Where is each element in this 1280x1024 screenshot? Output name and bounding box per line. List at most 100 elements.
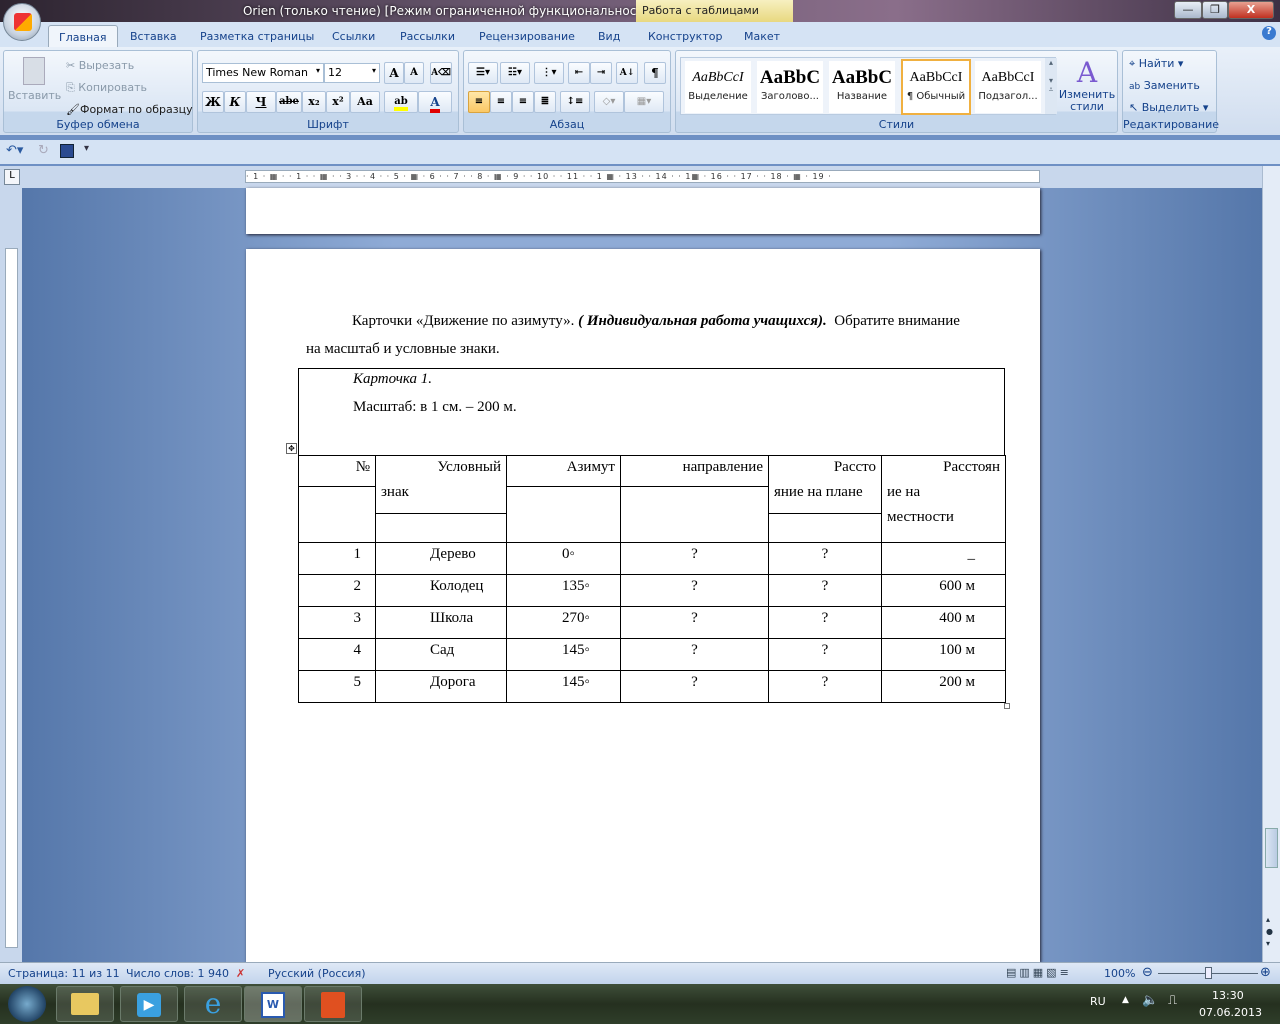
sort-icon[interactable]: А↓	[616, 62, 638, 84]
tab-page-layout[interactable]: Разметка страницы	[190, 25, 324, 47]
clear-format-icon[interactable]: A⌫	[430, 62, 452, 84]
bold-button[interactable]: Ж	[202, 91, 224, 113]
bullets-icon[interactable]: ☰▾	[468, 62, 498, 84]
zoom-in-icon[interactable]: ⊕	[1260, 965, 1271, 980]
tab-table-layout[interactable]: Макет	[734, 25, 790, 47]
tab-mailings[interactable]: Рассылки	[390, 25, 465, 47]
gallery-scroll[interactable]: ▴ ▾ ⩡	[1045, 58, 1057, 114]
change-styles-button[interactable]: A Изменить стили	[1058, 57, 1116, 113]
zoom-slider-thumb[interactable]	[1205, 967, 1212, 979]
word-count[interactable]: Число слов: 1 940	[126, 967, 229, 980]
scroll-thumb[interactable]	[1265, 828, 1278, 868]
multilevel-list-icon[interactable]: ⋮▾	[534, 62, 564, 84]
tab-selector[interactable]: L	[4, 169, 20, 185]
group-label: Шрифт	[307, 118, 349, 131]
align-center-icon[interactable]: ≡	[490, 91, 512, 113]
grow-font-button[interactable]: A	[384, 62, 404, 84]
redo-icon[interactable]: ↻	[38, 143, 49, 158]
row-num: 4	[298, 638, 376, 671]
row-plan-distance: ?	[768, 542, 882, 575]
style-normal[interactable]: AaBbCcI ¶ Обычный	[901, 59, 971, 115]
change-case-button[interactable]: Aa	[350, 91, 380, 113]
italic-button[interactable]: К	[224, 91, 246, 113]
table-row: 4 Сад 145◦?? 100 м	[298, 638, 1006, 671]
vertical-ruler[interactable]	[0, 188, 22, 962]
view-buttons[interactable]: ▤▥▦▧≡	[1006, 966, 1072, 979]
group-editing: ⌖ Найти ▾ ab Заменить ↖ Выделить ▾ Редак…	[1122, 50, 1219, 133]
paste-button[interactable]: Вставить	[8, 57, 61, 102]
horizontal-ruler[interactable]: · 1 · ▦ · · 1 · · ▦ · · 3 · · 4 · · 5 · …	[245, 170, 1040, 183]
font-size-select[interactable]: 12 ▾	[324, 63, 380, 83]
close-button[interactable]: X	[1228, 1, 1274, 19]
justify-icon[interactable]: ≣	[534, 91, 556, 113]
cut-button[interactable]: ✂ Вырезать	[66, 59, 134, 72]
decrease-indent-icon[interactable]: ⇤	[568, 62, 590, 84]
zoom-level[interactable]: 100%	[1104, 967, 1135, 980]
line-spacing-icon[interactable]: ↕≡	[560, 91, 590, 113]
borders-icon[interactable]: ▦▾	[624, 91, 664, 113]
font-color-button[interactable]: A	[418, 91, 452, 113]
underline-button[interactable]: Ч	[246, 91, 276, 113]
font-name-select[interactable]: Times New Roman ▾	[202, 63, 324, 83]
row-direction: ?	[620, 542, 769, 575]
network-icon[interactable]: ⎍	[1168, 993, 1177, 1008]
save-icon[interactable]	[60, 144, 74, 158]
window-title: Orien (только чтение) [Режим ограниченно…	[242, 4, 757, 18]
clock-date[interactable]: 07.06.2013	[1199, 1006, 1262, 1019]
undo-icon[interactable]: ↶▾	[6, 143, 23, 158]
numbering-icon[interactable]: ☷▾	[500, 62, 530, 84]
tab-insert[interactable]: Вставка	[120, 25, 187, 47]
align-right-icon[interactable]: ≡	[512, 91, 534, 113]
replace-button[interactable]: ab Заменить	[1129, 79, 1200, 92]
style-subtitle[interactable]: AaBbCcI Подзагол...	[975, 61, 1041, 113]
tab-home[interactable]: Главная	[48, 25, 118, 47]
row-plan-distance: ?	[768, 606, 882, 639]
subscript-button[interactable]: x₂	[302, 91, 326, 113]
cursor-icon: ↖	[1129, 101, 1139, 114]
tab-table-design[interactable]: Конструктор	[638, 25, 732, 47]
increase-indent-icon[interactable]: ⇥	[590, 62, 612, 84]
ie-taskbar-icon[interactable]: e	[184, 986, 242, 1022]
table-move-handle[interactable]: ✥	[286, 443, 297, 454]
tab-review[interactable]: Рецензирование	[469, 25, 585, 47]
minimize-button[interactable]: —	[1174, 1, 1202, 19]
powerpoint-taskbar-icon[interactable]	[304, 986, 362, 1022]
customize-qat-icon[interactable]: ▾	[84, 143, 89, 154]
clock-time[interactable]: 13:30	[1212, 989, 1244, 1002]
style-title[interactable]: AaBbC Название	[829, 61, 895, 113]
help-icon[interactable]: ?	[1262, 26, 1276, 40]
tab-view[interactable]: Вид	[588, 25, 630, 47]
office-button[interactable]	[3, 3, 41, 41]
restore-button[interactable]: ❐	[1202, 1, 1228, 19]
tab-references[interactable]: Ссылки	[322, 25, 385, 47]
explorer-taskbar-icon[interactable]	[56, 986, 114, 1022]
shrink-font-button[interactable]: A	[404, 62, 424, 84]
page-count[interactable]: Страница: 11 из 11	[8, 967, 120, 980]
table-resize-handle[interactable]	[1004, 703, 1010, 709]
highlight-button[interactable]: ab	[384, 91, 418, 113]
font-size-value: 12	[328, 66, 342, 79]
strikethrough-button[interactable]: abe	[276, 91, 302, 113]
browse-buttons[interactable]: ▴ ● ▾	[1266, 914, 1273, 950]
format-painter-button[interactable]: 🖌Формат по образцу	[66, 103, 193, 116]
word-taskbar-icon[interactable]: W	[244, 986, 302, 1022]
superscript-button[interactable]: x²	[326, 91, 350, 113]
media-player-taskbar-icon[interactable]: ▶	[120, 986, 178, 1022]
style-emphasis[interactable]: AaBbCcI Выделение	[685, 61, 751, 113]
show-marks-button[interactable]: ¶	[644, 62, 666, 84]
proofing-icon[interactable]: ✗	[236, 967, 245, 980]
start-button[interactable]	[8, 986, 46, 1022]
volume-icon[interactable]: 🔈	[1142, 993, 1158, 1008]
align-left-icon[interactable]: ≡	[468, 91, 490, 113]
shading-icon[interactable]: ◇▾	[594, 91, 624, 113]
copy-button[interactable]: ⎘ Копировать	[66, 81, 147, 95]
style-heading[interactable]: AaBbC Заголово...	[757, 61, 823, 113]
select-button[interactable]: ↖ Выделить ▾	[1129, 101, 1208, 114]
find-button[interactable]: ⌖ Найти ▾	[1129, 57, 1183, 71]
language-indicator[interactable]: RU	[1090, 995, 1106, 1008]
vertical-scrollbar[interactable]: ▴ ● ▾	[1262, 166, 1280, 962]
language[interactable]: Русский (Россия)	[268, 967, 366, 980]
header-ground-line1: Расстоян	[943, 459, 1000, 475]
show-hidden-icons[interactable]: ▲	[1122, 995, 1129, 1005]
zoom-out-icon[interactable]: ⊖	[1142, 965, 1153, 980]
